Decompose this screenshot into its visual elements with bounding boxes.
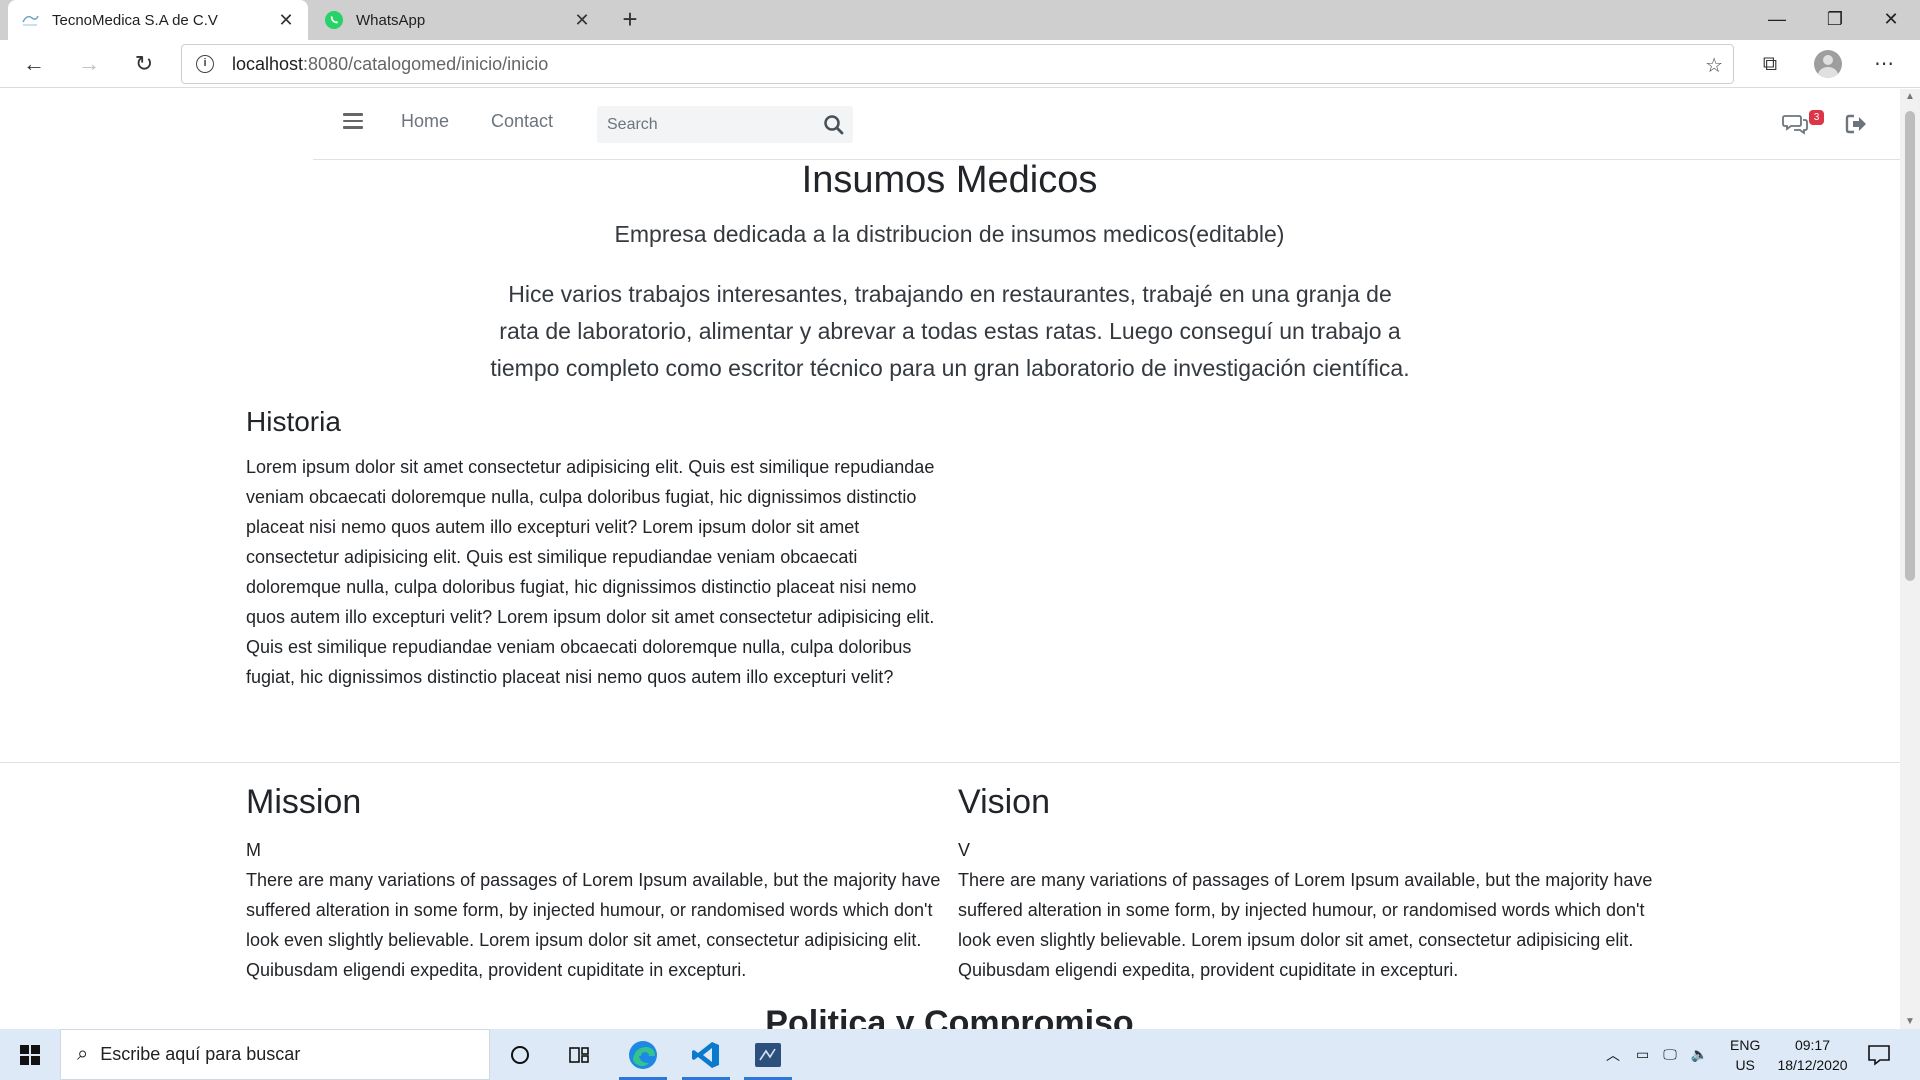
scroll-up-icon[interactable]: ▲	[1900, 91, 1920, 102]
section-divider	[0, 762, 1900, 763]
messages-badge: 3	[1809, 110, 1824, 125]
new-tab-button[interactable]: +	[614, 4, 646, 36]
site-navbar: Home Contact 3	[313, 89, 1900, 160]
taskbar-search-placeholder: Escribe aquí para buscar	[100, 1044, 301, 1064]
whatsapp-icon	[325, 11, 343, 29]
tab-whatsapp[interactable]: WhatsApp ✕	[312, 0, 604, 40]
scroll-thumb[interactable]	[1905, 111, 1915, 581]
vision-label: V	[958, 840, 971, 860]
browser-titlebar: TecnoMedica S.A de C.V ✕ WhatsApp ✕ + — …	[0, 0, 1920, 40]
intro-paragraph: Hice varios trabajos interesantes, traba…	[490, 281, 1410, 381]
navbar-search	[597, 106, 853, 143]
nav-home-link[interactable]: Home	[401, 111, 449, 132]
tab-tecnomedica[interactable]: TecnoMedica S.A de C.V ✕	[8, 0, 308, 40]
volume-icon[interactable]: 🔈	[1691, 1046, 1708, 1063]
cortana-icon[interactable]	[490, 1029, 550, 1080]
edge-browser-icon[interactable]	[613, 1029, 673, 1080]
vision-text: There are many variations of passages of…	[958, 870, 1653, 980]
tab-close-icon[interactable]: ✕	[276, 10, 296, 31]
site-info-icon[interactable]: i	[196, 55, 214, 73]
tray-icons: ︿ ▭ 🖵 🔈	[1606, 1029, 1708, 1080]
tab-label: WhatsApp	[356, 11, 426, 29]
url-text: localhost:8080/catalogomed/inicio/inicio	[232, 53, 549, 74]
mission-heading: Mission	[246, 783, 362, 821]
notifications-icon[interactable]	[1866, 1043, 1892, 1067]
logout-icon[interactable]	[1845, 113, 1867, 135]
tab-close-icon[interactable]: ✕	[572, 10, 592, 31]
show-hidden-icons-chevron-icon[interactable]: ︿	[1606, 1045, 1620, 1065]
taskbar-search[interactable]: ⌕ Escribe aquí para buscar	[60, 1029, 490, 1080]
reload-button[interactable]: ↻	[126, 46, 162, 82]
vscode-icon[interactable]	[676, 1029, 736, 1080]
politica-heading: Politica y Compromiso	[765, 1004, 1134, 1029]
historia-text: Lorem ipsum dolor sit amet consectetur a…	[246, 457, 935, 687]
more-options-icon[interactable]: ⋯	[1868, 48, 1900, 80]
page-subtitle: Empresa dedicada a la distribucion de in…	[614, 221, 1285, 247]
clock-date: 18/12/2020	[1777, 1057, 1848, 1073]
address-bar[interactable]: i localhost:8080/catalogomed/inicio/inic…	[181, 44, 1734, 84]
language-indicator[interactable]: ENG US	[1730, 1035, 1760, 1075]
start-button[interactable]	[0, 1029, 60, 1080]
clock-time: 09:17	[1794, 1037, 1831, 1053]
vision-heading: Vision	[958, 783, 1050, 821]
restore-button[interactable]: ❐	[1806, 0, 1864, 40]
tab-label: TecnoMedica S.A de C.V	[52, 11, 218, 29]
tecnomedica-favicon-icon	[22, 15, 39, 26]
task-view-icon[interactable]	[550, 1029, 610, 1080]
battery-icon[interactable]: ▭	[1636, 1046, 1649, 1063]
search-icon[interactable]	[823, 114, 845, 136]
windows-taskbar: ⌕ Escribe aquí para buscar ︿ ▭ 🖵 🔈 ENG U…	[0, 1029, 1920, 1080]
search-icon: ⌕	[77, 1043, 89, 1065]
windows-logo-icon	[20, 1045, 40, 1065]
mission-label: M	[246, 840, 261, 860]
close-window-button[interactable]: ✕	[1862, 0, 1920, 40]
nav-contact-link[interactable]: Contact	[491, 111, 553, 132]
favorite-star-icon[interactable]: ☆	[1705, 53, 1723, 78]
browser-toolbar: ← → ↻ i localhost:8080/catalogomed/inici…	[0, 40, 1920, 88]
page-scrollbar[interactable]: ▲ ▼	[1900, 89, 1920, 1029]
mission-text: There are many variations of passages of…	[246, 870, 941, 980]
forward-button[interactable]: →	[71, 46, 107, 82]
clock[interactable]: 09:17 18/12/2020	[1770, 1035, 1855, 1075]
back-button[interactable]: ←	[16, 46, 52, 82]
network-icon[interactable]: 🖵	[1663, 1046, 1677, 1063]
historia-heading: Historia	[246, 406, 341, 437]
scroll-down-icon[interactable]: ▼	[1900, 1016, 1920, 1027]
messages-icon[interactable]	[1782, 112, 1808, 136]
search-input[interactable]	[597, 106, 807, 143]
collections-icon[interactable]: ⧉	[1754, 48, 1786, 80]
menu-toggle-icon[interactable]	[343, 113, 363, 129]
page-title: Insumos Medicos	[801, 159, 1098, 201]
profile-avatar[interactable]	[1814, 50, 1842, 78]
minimize-button[interactable]: —	[1748, 0, 1806, 40]
terminal-app-icon[interactable]	[738, 1029, 798, 1080]
page-viewport: Home Contact 3 Insumos Medicos Empresa d…	[0, 89, 1900, 1029]
